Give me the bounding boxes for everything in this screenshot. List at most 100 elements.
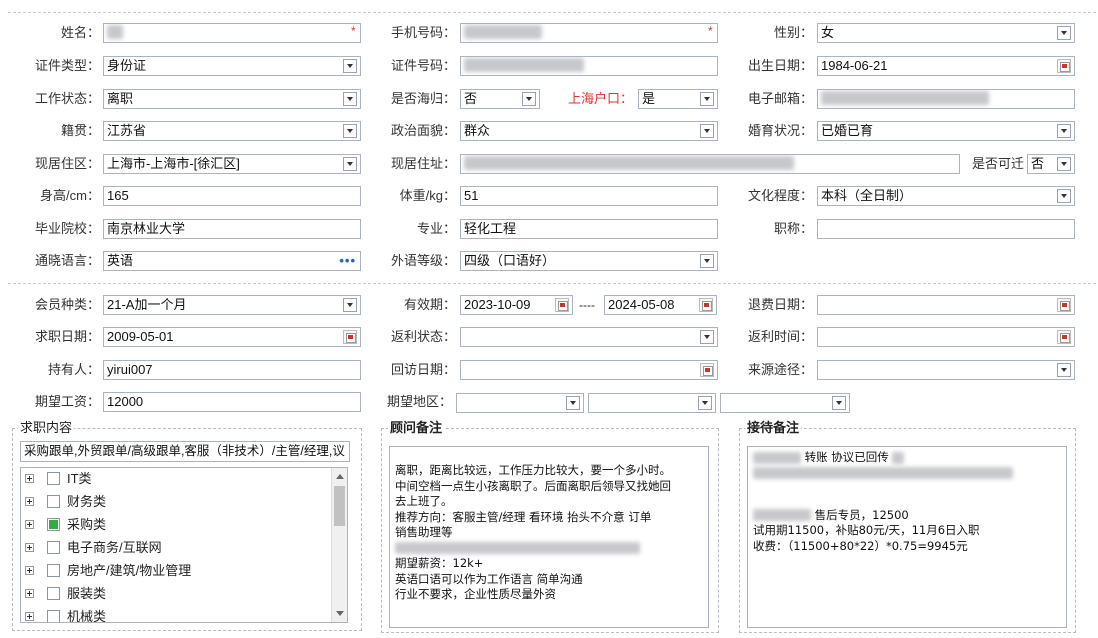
expand-icon[interactable] [25,612,34,621]
note-line: 中间空档一点生小孩离职了。后面离职后领导又找她回 [395,478,671,493]
id-number-input[interactable] [460,56,718,76]
more-options-icon[interactable]: ••• [339,253,356,269]
expand-icon[interactable] [25,566,34,575]
job-content-summary[interactable]: 采购跟单,外贸跟单/高级跟单,客服（非技术）/主管/经理,议 [20,441,350,462]
expected-area-label: 期望地区： [386,394,452,409]
expand-icon[interactable] [25,543,34,552]
phone-input[interactable] [460,23,718,43]
calendar-icon[interactable] [1057,330,1071,344]
calendar-icon[interactable] [1057,59,1071,73]
rebate-status-select[interactable] [460,327,718,347]
residence-addr-input[interactable] [460,154,960,174]
expand-icon[interactable] [25,589,34,598]
reception-notes-textarea[interactable]: 转账 协议已回传 售后专员，12500 试用期11500，补贴80元/天，11月… [747,446,1067,628]
marital-select[interactable]: 已婚已育 [817,121,1075,141]
job-date-input[interactable]: 2009-05-01 [103,327,361,347]
refund-date-label: 退费日期： [747,297,813,312]
expected-salary-input[interactable]: 12000 [103,392,361,412]
gender-select[interactable]: 女 [817,23,1075,43]
weight-input[interactable]: 51 [460,186,718,206]
checkbox[interactable] [47,564,60,577]
returnee-label: 是否海归： [390,91,456,106]
residence-area-select[interactable]: 上海市-上海市-[徐汇区] [103,154,361,174]
checkbox[interactable] [47,587,60,600]
lang-level-select[interactable]: 四级（口语好） [460,251,718,271]
job-category-tree[interactable]: IT类 财务类 采购类 电子商务/互联网 房地产/建筑/物业管理 服装类 机械类 [20,467,348,623]
tree-item[interactable]: 采购类 [21,514,331,536]
tree-item[interactable]: 房地产/建筑/物业管理 [21,560,331,582]
tree-item[interactable]: 机械类 [21,606,331,622]
residence-addr-redacted [464,156,794,171]
visit-date-label: 回访日期： [390,362,456,377]
work-status-select[interactable]: 离职 [103,89,361,109]
dropdown-arrow-icon [566,396,580,410]
checkbox[interactable] [47,610,60,622]
visit-date-input[interactable] [460,360,718,380]
checkbox-checked[interactable] [47,518,60,531]
expected-area-city-select[interactable] [588,393,716,413]
checkbox[interactable] [47,472,60,485]
refund-date-input[interactable] [817,295,1075,315]
returnee-select[interactable]: 否 [460,89,540,109]
email-input[interactable] [817,89,1075,109]
calendar-icon[interactable] [699,298,713,312]
height-label: 身高/cm： [40,188,100,203]
id-number-label: 证件号码： [390,58,456,73]
birth-date-input[interactable]: 1984-06-21 [817,56,1075,76]
rebate-time-input[interactable] [817,327,1075,347]
scrollbar-thumb[interactable] [334,486,345,526]
major-input[interactable]: 轻化工程 [460,219,718,239]
language-label: 通晓语言： [34,253,100,268]
weight-label: 体重/kg： [399,188,456,203]
school-input[interactable]: 南京林业大学 [103,219,361,239]
expand-icon[interactable] [25,497,34,506]
calendar-icon[interactable] [1057,298,1071,312]
tree-item[interactable]: 电子商务/互联网 [21,537,331,559]
height-input[interactable]: 165 [103,186,361,206]
tree-item[interactable]: 服装类 [21,583,331,605]
expand-icon[interactable] [25,520,34,529]
native-place-select[interactable]: 江苏省 [103,121,361,141]
calendar-icon[interactable] [700,363,714,377]
dropdown-arrow-icon [1057,363,1071,377]
note-line: 转账 协议已回传 [753,450,1061,466]
name-input[interactable] [103,23,361,43]
holder-input[interactable]: yirui007 [103,360,361,380]
rebate-time-label: 返利时间： [747,329,813,344]
language-input[interactable]: 英语 ••• [103,251,361,271]
validity-end-input[interactable]: 2024-05-08 [604,295,717,315]
advisor-notes-textarea[interactable]: 离职，距离比较远，工作压力比较大，要一个多小时。 中间空档一点生小孩离职了。后面… [389,446,709,628]
education-select[interactable]: 本科（全日制） [817,186,1075,206]
note-line: 行业不要求，企业性质尽量外资 [395,587,556,601]
calendar-icon[interactable] [343,330,357,344]
note-redacted [753,451,801,464]
section-divider [8,283,1096,284]
checkbox[interactable] [47,495,60,508]
expand-icon[interactable] [25,474,34,483]
education-label: 文化程度： [747,188,813,203]
note-line: 推荐方向：客服主管/经理 看环境 抬头不介意 订单 [395,509,652,524]
expected-area-district-select[interactable] [720,393,850,413]
calendar-icon[interactable] [555,298,569,312]
source-select[interactable] [817,360,1075,380]
shanghai-hukou-select[interactable]: 是 [638,89,718,109]
scroll-up-icon[interactable] [336,474,344,479]
expected-area-province-select[interactable] [456,393,584,413]
scroll-down-icon[interactable] [336,611,344,616]
relocatable-select[interactable]: 否 [1027,154,1075,174]
note-redacted [753,467,1013,479]
email-redacted [821,91,989,106]
id-type-select[interactable]: 身份证 [103,56,361,76]
political-select[interactable]: 群众 [460,121,718,141]
school-label: 毕业院校： [34,221,100,236]
validity-start-input[interactable]: 2023-10-09 [460,295,573,315]
dropdown-arrow-icon [700,124,714,138]
member-type-select[interactable]: 21-A加一个月 [103,295,361,315]
dropdown-arrow-icon [1057,124,1071,138]
dropdown-arrow-icon [343,157,357,171]
title-input[interactable] [817,219,1075,239]
tree-item[interactable]: 财务类 [21,491,331,513]
checkbox[interactable] [47,541,60,554]
tree-item[interactable]: IT类 [21,468,331,490]
tree-scrollbar[interactable] [331,468,347,622]
